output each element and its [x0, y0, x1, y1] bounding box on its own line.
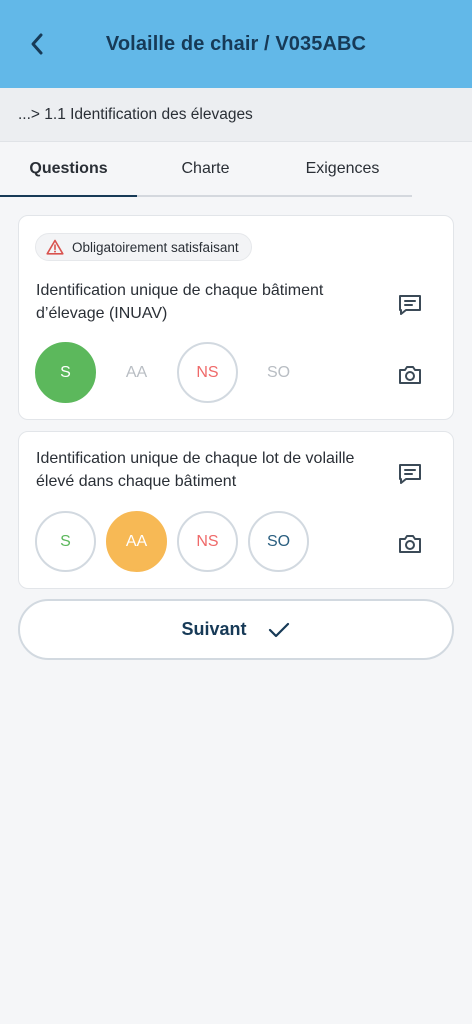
answer-ns[interactable]: NS	[177, 511, 238, 572]
comment-button[interactable]	[393, 288, 427, 322]
comment-icon	[399, 464, 421, 484]
camera-icon	[399, 366, 421, 384]
answer-so[interactable]: SO	[248, 511, 309, 572]
back-button[interactable]	[22, 28, 52, 60]
camera-button[interactable]	[393, 358, 427, 392]
answer-s[interactable]: S	[35, 511, 96, 572]
next-button[interactable]: Suivant	[18, 599, 454, 660]
badge-label: Obligatoirement satisfaisant	[72, 239, 239, 255]
camera-icon	[399, 535, 421, 553]
answer-aa[interactable]: AA	[106, 511, 167, 572]
camera-button[interactable]	[393, 527, 427, 561]
chevron-left-icon	[31, 33, 43, 55]
question-text: Identification unique de chaque bâtiment…	[36, 282, 324, 322]
tab-charte[interactable]: Charte	[137, 142, 274, 195]
comment-icon	[399, 295, 421, 315]
page-title: Volaille de chair / V035ABC	[105, 32, 367, 55]
answer-ns[interactable]: NS	[177, 342, 238, 403]
question-card: Obligatoirement satisfaisant Identificat…	[18, 215, 454, 420]
question-text: Identification unique de chaque lot de v…	[36, 450, 355, 490]
tab-questions[interactable]: Questions	[0, 142, 137, 197]
answer-so[interactable]: SO	[248, 342, 309, 403]
tab-exigences[interactable]: Exigences	[274, 142, 411, 195]
mandatory-badge: Obligatoirement satisfaisant	[35, 233, 252, 261]
answer-options: S AA NS SO	[35, 511, 309, 572]
answer-aa[interactable]: AA	[106, 342, 167, 403]
check-icon	[268, 622, 289, 637]
answer-s[interactable]: S	[35, 342, 96, 403]
app-header: Volaille de chair / V035ABC	[0, 0, 472, 88]
tab-bar: Questions Charte Exigences	[0, 142, 412, 197]
comment-button[interactable]	[393, 457, 427, 491]
warning-triangle-icon	[46, 239, 64, 255]
next-button-label: Suivant	[181, 619, 247, 639]
question-card: Identification unique de chaque lot de v…	[18, 431, 454, 589]
answer-options: S AA NS SO	[35, 342, 309, 403]
breadcrumb[interactable]: ...> 1.1 Identification des élevages	[0, 88, 472, 142]
